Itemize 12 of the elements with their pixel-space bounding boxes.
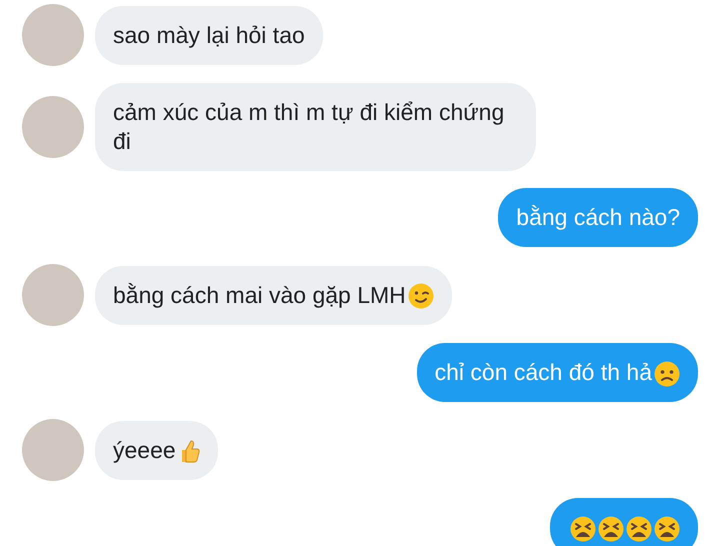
message-bubble: bằng cách nào? xyxy=(498,188,698,247)
worried-face-icon xyxy=(654,360,680,387)
message-bubble: chỉ còn cách đó th hả xyxy=(416,343,698,402)
winking-face-icon xyxy=(408,283,434,310)
message-bubble: sao mày lại hỏi tao xyxy=(95,6,323,64)
tired-face-icon xyxy=(654,516,680,542)
tired-face-icon xyxy=(598,516,624,542)
tired-face-icon xyxy=(626,516,652,542)
tired-face-icon xyxy=(570,516,596,542)
message-bubble: cảm xúc của m thì m tự đi kiểm chứng đi xyxy=(95,83,536,171)
message-bubble: bằng cách mai vào gặp LMH xyxy=(95,266,452,324)
message-bubble: ýeeee xyxy=(95,420,218,480)
